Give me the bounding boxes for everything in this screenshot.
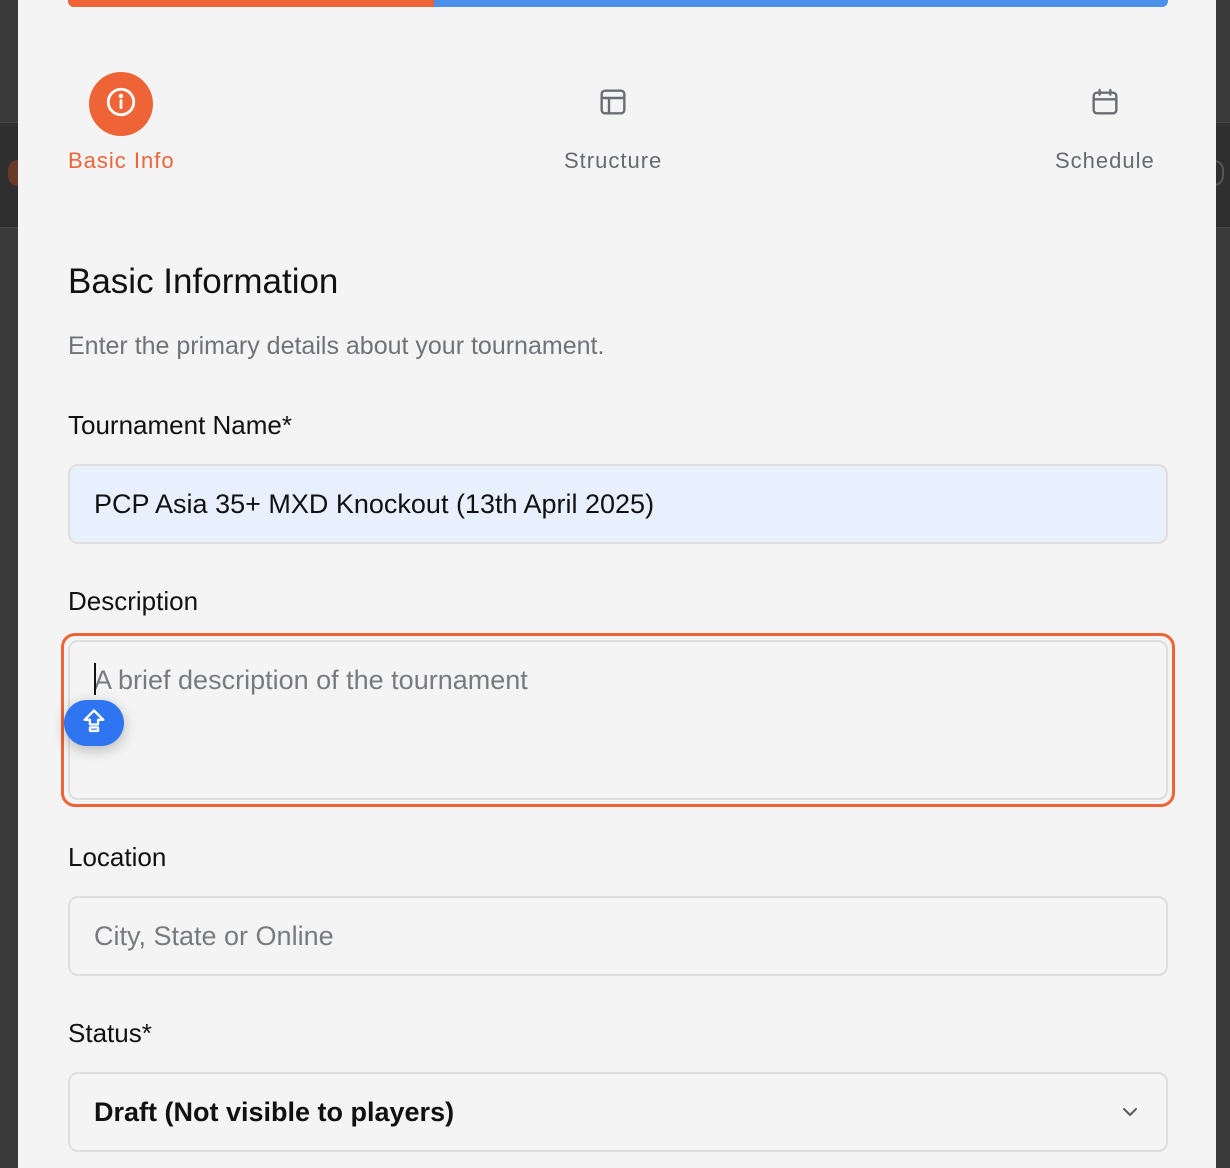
step-schedule-circle xyxy=(1073,72,1137,136)
layout-icon xyxy=(597,86,629,123)
tournament-name-label: Tournament Name* xyxy=(68,410,292,440)
step-progress-fill xyxy=(68,0,435,7)
step-structure[interactable]: Structure xyxy=(564,72,662,174)
step-schedule[interactable]: Schedule xyxy=(1055,72,1155,174)
step-structure-label: Structure xyxy=(564,148,663,173)
step-basic-info-circle xyxy=(89,72,154,136)
info-icon xyxy=(104,85,138,124)
section-subtitle: Enter the primary details about your tou… xyxy=(68,332,605,360)
create-tournament-modal: Basic Info Structure Schedule Basic Info… xyxy=(18,0,1216,1168)
description-label: Description xyxy=(68,586,199,616)
shift-floating-button[interactable] xyxy=(64,700,124,746)
status-select-value: Draft (Not visible to players) xyxy=(94,1096,455,1127)
tournament-name-input[interactable] xyxy=(68,464,1168,544)
location-input[interactable] xyxy=(68,896,1168,976)
shift-arrow-icon xyxy=(80,707,108,740)
description-textarea[interactable] xyxy=(68,640,1168,800)
step-schedule-label: Schedule xyxy=(1055,148,1155,173)
step-progress-bar xyxy=(68,0,1168,7)
status-select[interactable]: Draft (Not visible to players) xyxy=(68,1072,1168,1152)
text-caret xyxy=(94,663,96,695)
calendar-icon xyxy=(1089,86,1121,123)
step-basic-info[interactable]: Basic Info xyxy=(68,72,175,174)
step-basic-info-label: Basic Info xyxy=(68,148,175,173)
status-label: Status* xyxy=(68,1018,152,1048)
location-label: Location xyxy=(68,842,167,872)
step-structure-circle xyxy=(581,72,645,136)
section-title: Basic Information xyxy=(68,262,339,301)
chevron-down-icon xyxy=(1118,1100,1142,1124)
